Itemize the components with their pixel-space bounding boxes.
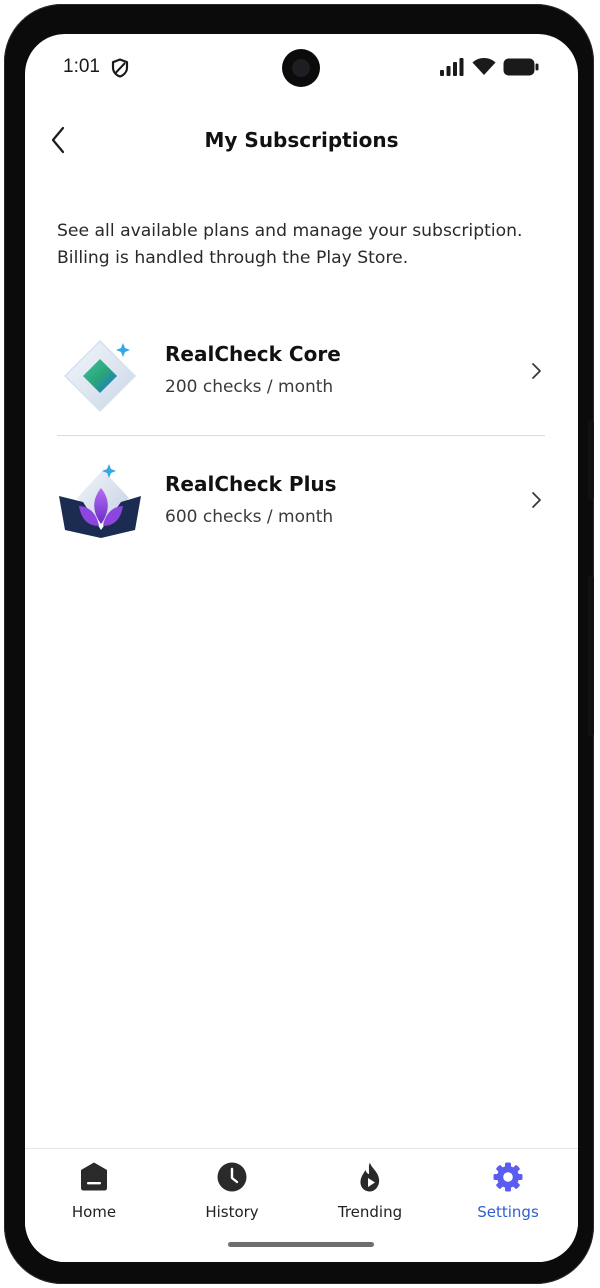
nav-trending[interactable]: Trending	[310, 1161, 430, 1231]
shield-icon	[111, 58, 129, 78]
signal-icon	[440, 58, 464, 76]
home-indicator[interactable]	[228, 1242, 374, 1247]
nav-home[interactable]: Home	[34, 1161, 154, 1231]
plan-item-core[interactable]: RealCheck Core 200 checks / month	[57, 312, 545, 436]
plan-name: RealCheck Plus	[165, 472, 337, 496]
plus-plan-icon	[59, 464, 141, 538]
core-plan-icon	[63, 339, 137, 413]
app-header: My Subscriptions	[25, 110, 578, 170]
nav-label: Settings	[477, 1203, 539, 1221]
wifi-icon	[472, 58, 496, 75]
flame-icon	[360, 1162, 380, 1192]
clock-icon	[217, 1162, 247, 1192]
home-icon	[81, 1162, 107, 1191]
page-title: My Subscriptions	[204, 128, 399, 152]
chevron-right-icon	[532, 492, 541, 508]
battery-icon	[503, 58, 539, 76]
nav-label: History	[205, 1203, 259, 1221]
screen: 1:01 My Subscriptions See all available …	[25, 34, 578, 1262]
page-description: See all available plans and manage your …	[57, 221, 523, 268]
status-bar: 1:01	[25, 34, 578, 104]
nav-label: Trending	[337, 1203, 403, 1221]
plan-list: RealCheck Core 200 checks / month RealCh…	[57, 312, 545, 564]
nav-history[interactable]: History	[172, 1161, 292, 1231]
volume-button	[588, 420, 594, 500]
front-camera	[282, 49, 320, 87]
plan-item-plus[interactable]: RealCheck Plus 600 checks / month	[57, 444, 545, 564]
power-button	[588, 576, 594, 736]
phone-frame: 1:01 My Subscriptions See all available …	[4, 4, 594, 1284]
nav-settings[interactable]: Settings	[448, 1161, 568, 1231]
status-time: 1:01	[63, 56, 100, 77]
plan-detail: 600 checks / month	[165, 507, 334, 527]
chevron-right-icon	[532, 363, 541, 379]
nav-label: Home	[71, 1203, 117, 1221]
plan-detail: 200 checks / month	[165, 377, 334, 397]
plan-name: RealCheck Core	[165, 342, 341, 366]
gear-icon	[493, 1162, 523, 1192]
